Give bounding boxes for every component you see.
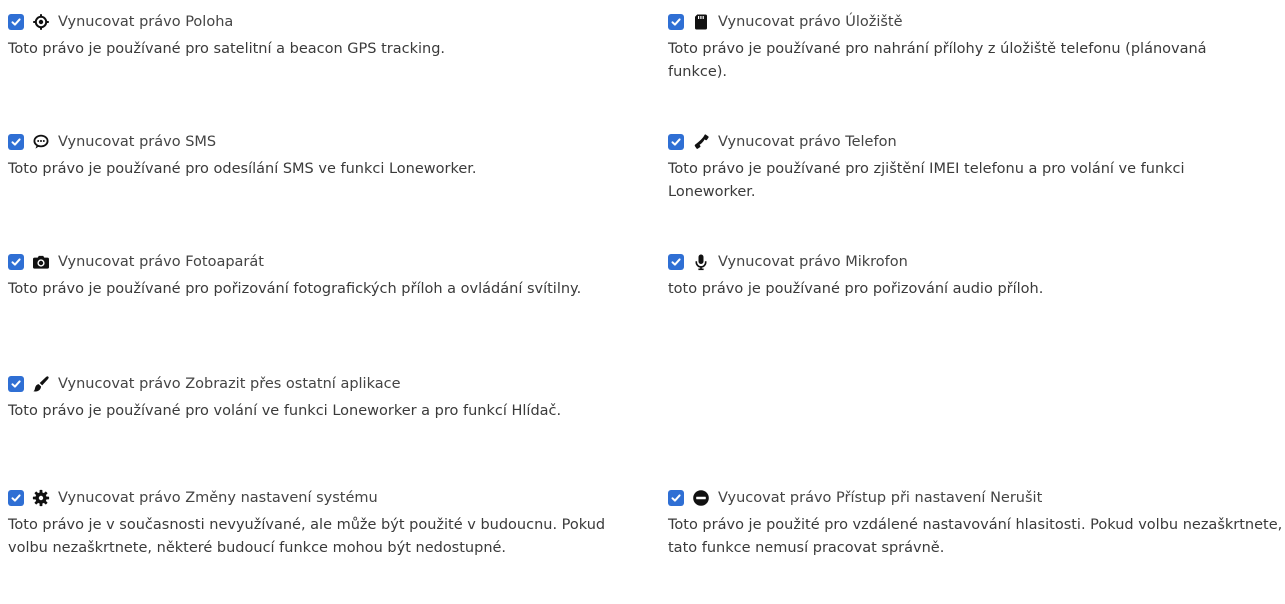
system-settings-checkbox[interactable]	[8, 490, 24, 506]
checkmark-icon	[11, 258, 21, 266]
permission-header: Vynucovat právo Fotoaparát	[8, 250, 608, 274]
permission-storage: Vynucovat právo Úložiště Toto právo je p…	[668, 10, 1228, 83]
permission-header: Vynucovat právo SMS	[8, 130, 608, 154]
sms-bubble-icon	[32, 133, 50, 151]
permission-phone: Vynucovat právo Telefon Toto právo je po…	[668, 130, 1258, 203]
checkmark-icon	[671, 138, 681, 146]
permission-description: Toto právo je používané pro volání ve fu…	[8, 403, 562, 419]
permission-label: Vynucovat právo Poloha	[58, 14, 234, 30]
checkmark-icon	[671, 258, 681, 266]
permission-microphone: Vynucovat právo Mikrofon toto právo je p…	[668, 250, 1258, 301]
permissions-grid: Vynucovat právo Poloha Toto právo je pou…	[0, 0, 1285, 604]
permission-sms: Vynucovat právo SMS Toto právo je použív…	[8, 130, 608, 181]
checkmark-icon	[11, 494, 21, 502]
permission-description: toto právo je používané pro pořizování a…	[668, 281, 1044, 297]
storage-card-icon	[692, 13, 710, 31]
permission-do-not-disturb: Vyucovat právo Přístup při nastavení Ner…	[668, 486, 1285, 559]
permission-header: Vynucovat právo Telefon	[668, 130, 1258, 154]
permission-header: Vyucovat právo Přístup při nastavení Ner…	[668, 486, 1285, 510]
checkmark-icon	[11, 138, 21, 146]
permission-label: Vynucovat právo Fotoaparát	[58, 254, 264, 270]
sms-checkbox[interactable]	[8, 134, 24, 150]
checkmark-icon	[11, 380, 21, 388]
do-not-disturb-icon	[692, 489, 710, 507]
microphone-checkbox[interactable]	[668, 254, 684, 270]
permission-label: Vynucovat právo Úložiště	[718, 14, 903, 30]
camera-icon	[32, 253, 50, 271]
permission-label: Vynucovat právo Mikrofon	[718, 254, 908, 270]
permission-label: Vynucovat právo Změny nastavení systému	[58, 490, 378, 506]
location-checkbox[interactable]	[8, 14, 24, 30]
permission-header: Vynucovat právo Změny nastavení systému	[8, 486, 648, 510]
checkmark-icon	[671, 18, 681, 26]
permission-label: Vynucovat právo Telefon	[718, 134, 897, 150]
permission-description: Toto právo je používané pro zjištění IME…	[668, 161, 1185, 200]
permission-description: Toto právo je používané pro satelitní a …	[8, 41, 446, 57]
crosshair-location-icon	[32, 13, 50, 31]
permission-header: Vynucovat právo Poloha	[8, 10, 608, 34]
permission-label: Vyucovat právo Přístup při nastavení Ner…	[718, 490, 1043, 506]
checkmark-icon	[11, 18, 21, 26]
permission-description: Toto právo je používané pro nahrání příl…	[668, 41, 1207, 80]
permission-location: Vynucovat právo Poloha Toto právo je pou…	[8, 10, 608, 61]
permission-description: Toto právo je používané pro odesílání SM…	[8, 161, 477, 177]
permission-header: Vynucovat právo Mikrofon	[668, 250, 1258, 274]
phone-checkbox[interactable]	[668, 134, 684, 150]
checkmark-icon	[671, 494, 681, 502]
permission-description: Toto právo je použité pro vzdálené nasta…	[668, 517, 1283, 556]
permission-description: Toto právo je používané pro pořizování f…	[8, 281, 582, 297]
storage-checkbox[interactable]	[668, 14, 684, 30]
do-not-disturb-checkbox[interactable]	[668, 490, 684, 506]
microphone-icon	[692, 253, 710, 271]
permission-label: Vynucovat právo SMS	[58, 134, 217, 150]
permission-header: Vynucovat právo Zobrazit přes ostatní ap…	[8, 372, 618, 396]
permission-header: Vynucovat právo Úložiště	[668, 10, 1228, 34]
camera-checkbox[interactable]	[8, 254, 24, 270]
overlay-checkbox[interactable]	[8, 376, 24, 392]
permission-description: Toto právo je v současnosti nevyužívané,…	[8, 517, 606, 556]
permission-camera: Vynucovat právo Fotoaparát Toto právo je…	[8, 250, 608, 301]
paintbrush-icon	[32, 375, 50, 393]
permission-overlay: Vynucovat právo Zobrazit přes ostatní ap…	[8, 372, 618, 423]
phone-icon	[692, 133, 710, 151]
permission-label: Vynucovat právo Zobrazit přes ostatní ap…	[58, 376, 401, 392]
gear-icon	[32, 489, 50, 507]
permission-system-settings: Vynucovat právo Změny nastavení systému …	[8, 486, 648, 559]
